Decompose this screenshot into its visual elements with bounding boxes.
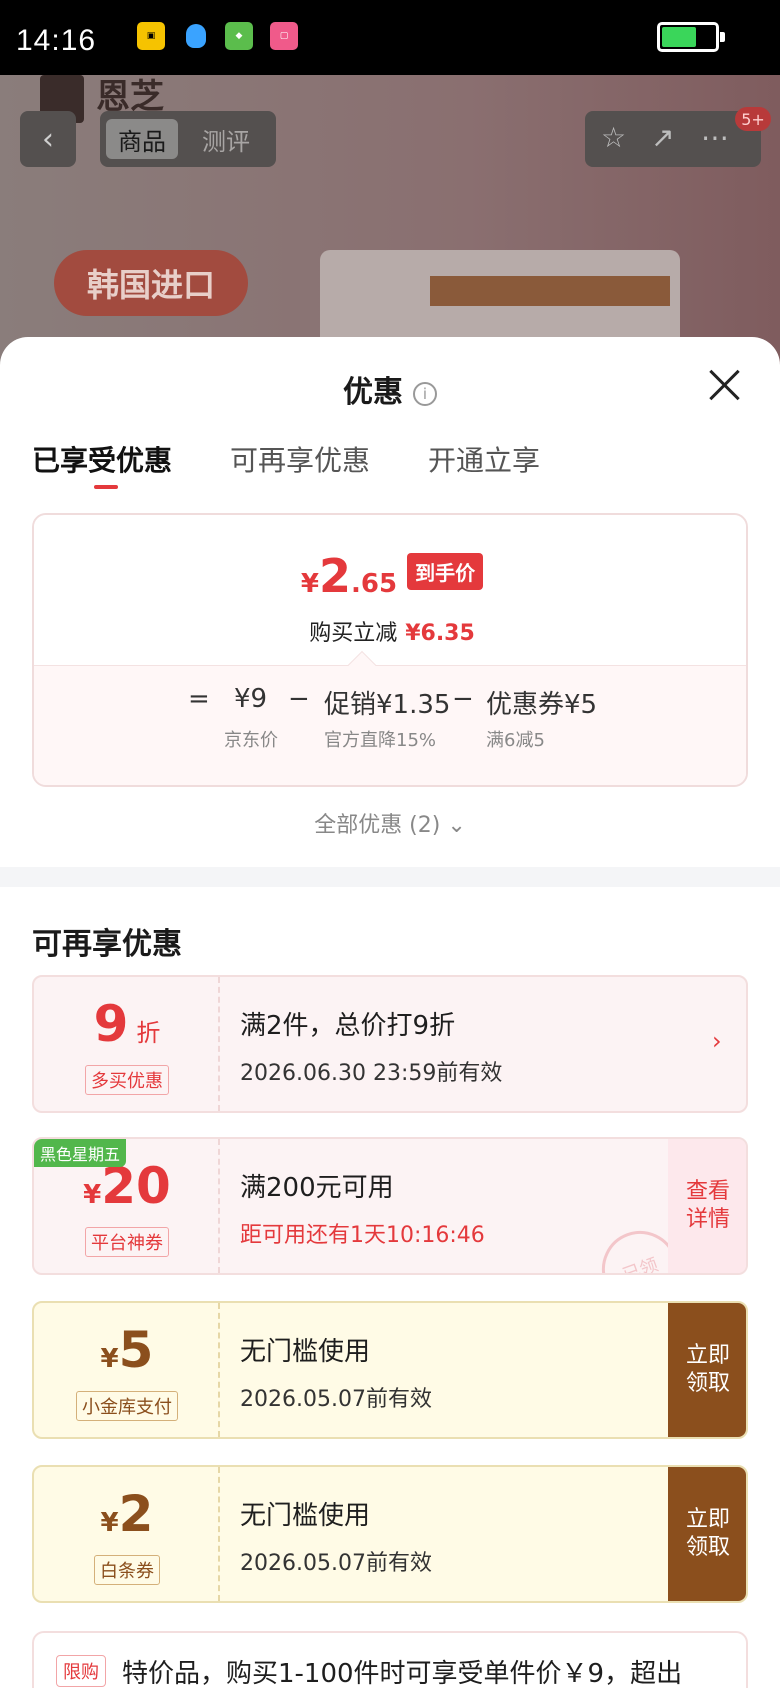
active-tab-indicator xyxy=(94,485,118,489)
coupon-condition: 满2件，总价打9折 xyxy=(240,1011,456,1041)
coupon-multi-buy[interactable]: 9折 多买优惠 满2件，总价打9折 2026.06.30 23:59前有效 › xyxy=(32,975,748,1113)
tab-review[interactable]: 测评 xyxy=(190,119,262,159)
coupon-validity: 2026.05.07前有效 xyxy=(240,1551,432,1576)
section-title: 可再享优惠 xyxy=(32,927,182,962)
import-pill: 韩国进口 xyxy=(54,250,248,316)
base-price-label: 京东价 xyxy=(224,730,278,751)
product-tabs: 商品 测评 xyxy=(100,111,276,167)
share-icon[interactable]: ↗ xyxy=(651,121,674,154)
price-breakdown: = ¥9 − 促销¥1.35 − 优惠券¥5 京东价 官方直降15% 满6减5 xyxy=(34,665,746,785)
coupon-condition: 满200元可用 xyxy=(240,1173,394,1203)
coupon-discount: 优惠券¥5 xyxy=(486,690,598,720)
coupon-value: ¥5 xyxy=(100,1321,154,1379)
tab-activate-offers[interactable]: 开通立享 xyxy=(428,439,540,479)
message-badge: 5+ xyxy=(735,107,771,131)
more-icon[interactable]: ⋯ xyxy=(701,121,729,154)
reduce-line: 购买立减 ¥6.35 xyxy=(309,621,475,646)
battery-icon xyxy=(657,22,725,52)
map-app-icon: ◆ xyxy=(225,22,253,50)
coupon-value: 9折 xyxy=(93,995,161,1053)
claim-button[interactable]: 立即 领取 xyxy=(668,1303,746,1437)
coupon-value: ¥2 xyxy=(100,1485,154,1543)
all-offers-toggle[interactable]: 全部优惠 (2) ⌄ xyxy=(0,807,780,839)
coupon-label: 满6减5 xyxy=(486,730,545,751)
back-button[interactable]: ‹ xyxy=(20,111,76,167)
qq-icon xyxy=(182,22,210,50)
close-icon[interactable] xyxy=(706,367,742,403)
tab-more-offers[interactable]: 可再享优惠 xyxy=(230,439,370,479)
coupon-baitiao: ¥2 白条券 无门槛使用 2026.05.07前有效 立即 领取 xyxy=(32,1465,748,1603)
coupon-condition: 无门槛使用 xyxy=(240,1337,371,1367)
section-divider xyxy=(0,867,780,887)
coupon-tag: 平台神券 xyxy=(85,1227,169,1257)
base-price: ¥9 xyxy=(234,684,268,714)
coupon-validity: 2026.05.07前有效 xyxy=(240,1387,432,1412)
chevron-right-icon[interactable]: › xyxy=(712,1027,722,1055)
bilibili-icon: ▢ xyxy=(270,22,298,50)
black-friday-ribbon: 黑色星期五 xyxy=(34,1139,127,1167)
status-time: 14:16 xyxy=(16,24,97,57)
coupon-tag: 白条券 xyxy=(94,1555,160,1585)
chevron-down-icon: ⌄ xyxy=(447,813,466,838)
sheet-title: 优惠 i xyxy=(0,367,780,411)
coupon-countdown: 距可用还有1天10:16:46 xyxy=(240,1223,485,1248)
star-icon[interactable]: ☆ xyxy=(601,121,626,154)
app-notification-icon: ▣ xyxy=(137,22,165,50)
coupon-tag: 小金库支付 xyxy=(76,1391,178,1421)
claim-button[interactable]: 立即 领取 xyxy=(668,1467,746,1601)
final-price-badge: 到手价 xyxy=(407,553,484,590)
coupon-vault-pay: ¥5 小金库支付 无门槛使用 2026.05.07前有效 立即 领取 xyxy=(32,1301,748,1439)
sheet-title-text: 优惠 xyxy=(343,375,403,410)
coupon-validity: 2026.06.30 23:59前有效 xyxy=(240,1061,503,1086)
promo-label: 官方直降15% xyxy=(324,730,437,751)
purchase-limit-notice: 限购 特价品，购买1-100件时可享受单件价￥9，超出 xyxy=(32,1631,748,1688)
view-details-button[interactable]: 查看 详情 xyxy=(668,1139,746,1273)
offers-sheet: 优惠 i 已享受优惠 可再享优惠 开通立享 ¥2.65 到手价 购买立减 ¥6.35 … xyxy=(0,337,780,1688)
coupon-platform: ¥20 平台神券 黑色星期五 满200元可用 距可用还有1天10:16:46 已… xyxy=(32,1137,748,1275)
coupon-tag: 多买优惠 xyxy=(85,1065,169,1095)
limit-tag: 限购 xyxy=(56,1655,106,1687)
status-bar: 14:16 ▣ ◆ ▢ xyxy=(0,0,780,75)
tab-enjoyed-offers[interactable]: 已享受优惠 xyxy=(32,439,172,479)
minus-sign-2: − xyxy=(452,684,474,714)
info-icon[interactable]: i xyxy=(413,382,437,406)
offer-tabs: 已享受优惠 可再享优惠 开通立享 xyxy=(0,439,780,495)
coupon-condition: 无门槛使用 xyxy=(240,1501,371,1531)
limit-text: 特价品，购买1-100件时可享受单件价￥9，超出 xyxy=(122,1659,683,1688)
final-price: ¥2.65 到手价 xyxy=(34,549,746,603)
tab-product[interactable]: 商品 xyxy=(106,119,178,159)
minus-sign: − xyxy=(288,684,310,714)
price-card: ¥2.65 到手价 购买立减 ¥6.35 = ¥9 − 促销¥1.35 − 优惠券¥… xyxy=(32,513,748,787)
equals-sign: = xyxy=(188,684,210,714)
promo-discount: 促销¥1.35 xyxy=(324,690,451,720)
